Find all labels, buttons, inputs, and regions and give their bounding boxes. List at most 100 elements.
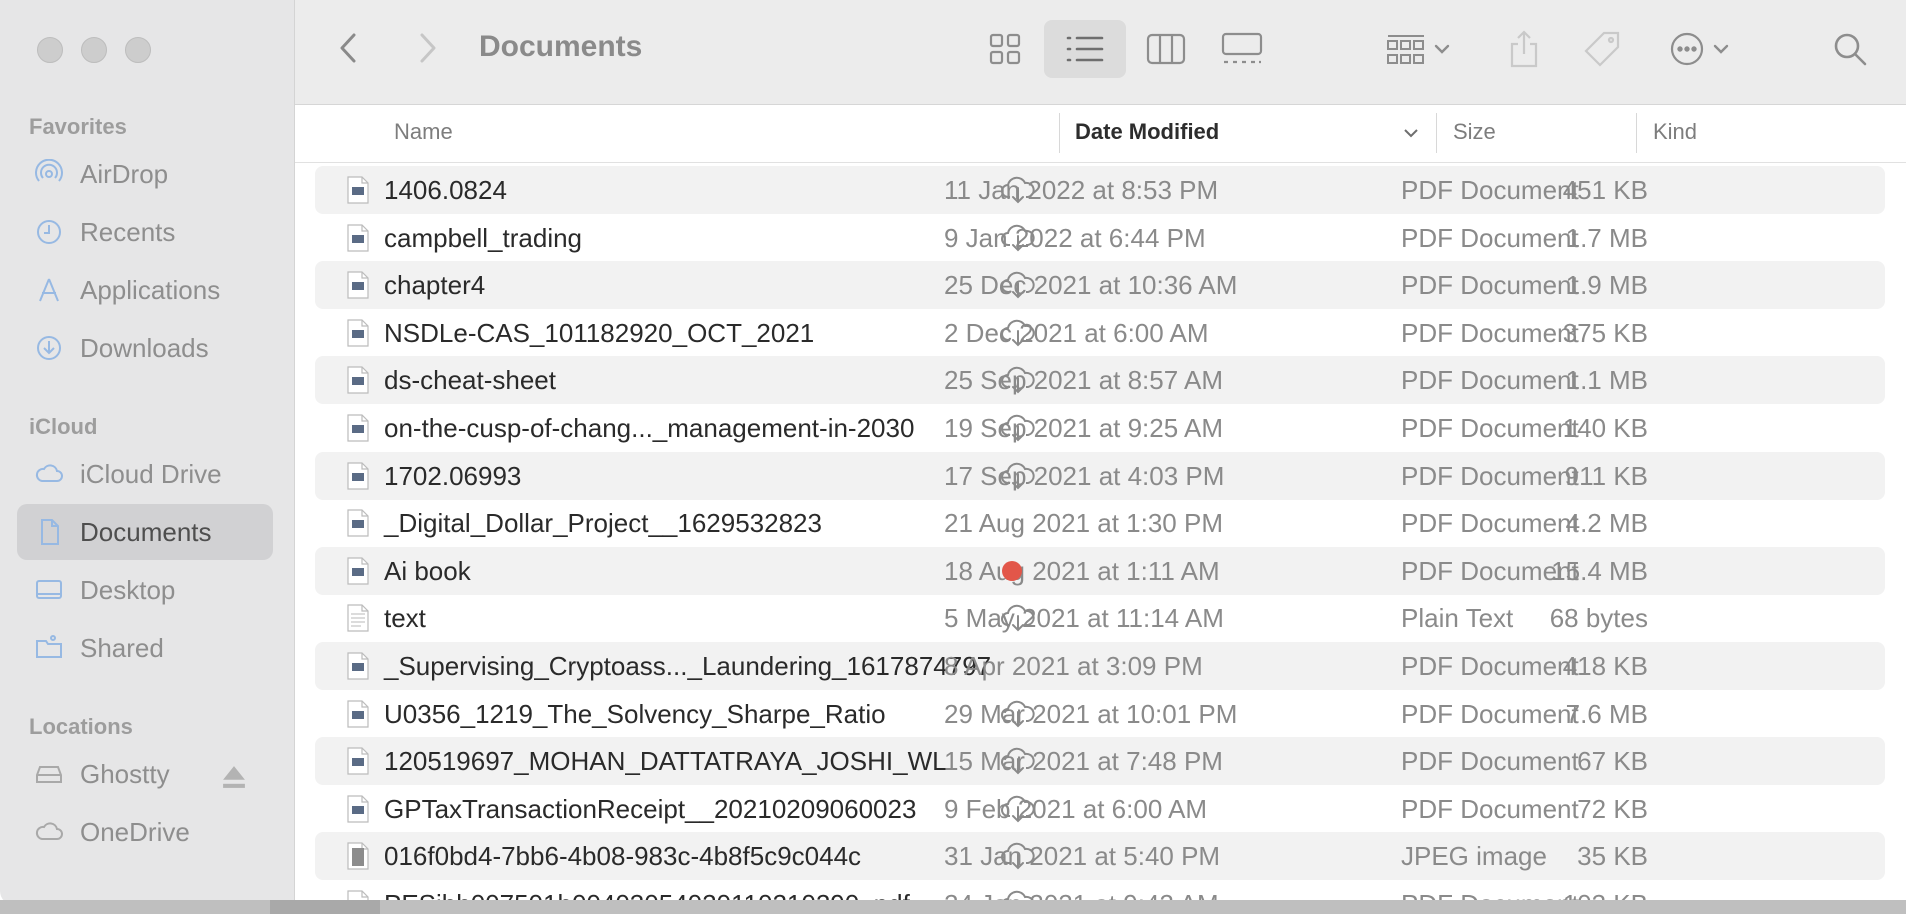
file-row[interactable]: 016f0bd4-7bb6-4b08-983c-4b8f5c9c044c 31 … [315, 832, 1885, 881]
file-date-modified: 9 Feb 2021 at 6:00 AM [944, 793, 1208, 824]
column-header-name[interactable]: Name [394, 119, 453, 145]
document-icon [34, 517, 64, 547]
file-date-modified: 19 Sep 2021 at 9:25 AM [944, 413, 1223, 443]
file-icon [347, 366, 369, 394]
cloud-download-icon[interactable] [1000, 223, 1036, 253]
share-icon [1510, 30, 1538, 68]
file-date-modified: 5 May 2021 at 11:14 AM [944, 603, 1224, 634]
column-divider[interactable] [1059, 113, 1060, 153]
file-name: Ai book [384, 555, 471, 586]
file-date-modified: 9 Jan 2022 at 6:44 PM [944, 222, 1206, 253]
close-window-button[interactable] [37, 37, 63, 63]
file-row[interactable]: 1406.0824 11 Jan 2022 at 8:53 PM 451 KB … [315, 166, 1885, 214]
file-icon [347, 652, 369, 680]
applications-icon [34, 275, 64, 305]
download-icon [34, 333, 64, 363]
file-icon [347, 271, 369, 299]
file-date-modified: 15 Mar 2021 at 7:48 PM [944, 746, 1223, 777]
sidebar-item-applications[interactable]: Applications [17, 262, 273, 318]
file-name: GPTaxTransactionReceipt__20210209060023 [384, 793, 917, 824]
file-row[interactable]: _Digital_Dollar_Project__1629532823 21 A… [315, 499, 1885, 547]
chevron-left-icon [340, 33, 356, 63]
file-row[interactable]: _Supervising_Cryptoass..._Laundering_161… [315, 642, 1885, 690]
file-icon [347, 223, 369, 252]
cloud-download-icon[interactable] [1000, 841, 1036, 871]
cloud-icon [34, 459, 64, 489]
gallery-view-button[interactable] [1211, 22, 1273, 76]
more-actions-button[interactable] [1659, 22, 1739, 76]
sidebar-item-desktop[interactable]: Desktop [17, 562, 273, 618]
back-button[interactable] [333, 28, 363, 68]
file-row[interactable]: ds-cheat-sheet 25 Sep 2021 at 8:57 AM 1.… [315, 356, 1885, 405]
sidebar-item-shared[interactable]: Shared [17, 620, 273, 676]
group-by-button[interactable] [1377, 22, 1459, 76]
file-row[interactable]: U0356_1219_The_Solvency_Sharpe_Ratio 29 … [315, 690, 1885, 738]
cloud-download-icon[interactable] [1000, 699, 1036, 729]
file-name: chapter4 [384, 270, 486, 301]
search-button[interactable] [1825, 22, 1875, 76]
file-row[interactable]: 1702.06993 17 Sep 2021 at 4:03 PM 911 KB… [315, 451, 1885, 500]
disk-icon [34, 759, 64, 789]
cloud-download-icon[interactable] [1000, 365, 1036, 395]
column-header-date-modified[interactable]: Date Modified [1075, 119, 1219, 145]
minimize-window-button[interactable] [81, 37, 107, 63]
file-row[interactable]: on-the-cusp-of-chang..._management-in-20… [315, 404, 1885, 452]
icon-view-button[interactable] [977, 22, 1033, 76]
red-tag-icon [1002, 560, 1022, 581]
file-kind: PDF Document [1401, 317, 1579, 348]
file-kind: PDF Document [1401, 270, 1579, 301]
column-header-size[interactable]: Size [1453, 119, 1496, 145]
search-icon [1834, 33, 1867, 66]
column-divider[interactable] [1436, 113, 1437, 153]
sidebar-item-downloads[interactable]: Downloads [17, 320, 273, 376]
cloud-download-icon[interactable] [1000, 461, 1036, 491]
column-divider[interactable] [1636, 113, 1637, 153]
file-icon [347, 319, 369, 347]
cloud-download-icon[interactable] [1000, 746, 1036, 776]
cloud-download-icon[interactable] [1000, 270, 1036, 300]
cloud-download-icon[interactable] [1000, 794, 1036, 824]
sidebar-item-airdrop[interactable]: AirDrop [17, 146, 273, 202]
sidebar-item-recents[interactable]: Recents [17, 204, 273, 260]
file-icon [347, 747, 369, 775]
finder-window: Favorites AirDrop Recents Applications D… [0, 0, 1906, 905]
file-size: 68 bytes [1549, 603, 1648, 634]
file-row[interactable]: chapter4 25 Dec 2021 at 10:36 AM 1.9 MB … [315, 261, 1885, 310]
sidebar-item-onedrive[interactable]: OneDrive [17, 804, 273, 860]
eject-icon[interactable] [219, 762, 249, 792]
file-kind: PDF Document [1401, 222, 1579, 253]
file-row[interactable]: text 5 May 2021 at 11:14 AM 68 bytes Pla… [315, 594, 1885, 642]
sidebar-item-label: iCloud Drive [80, 458, 222, 489]
column-view-button[interactable] [1138, 22, 1194, 76]
file-list: 1406.0824 11 Jan 2022 at 8:53 PM 451 KB … [295, 166, 1906, 905]
cloud-download-icon[interactable] [1000, 413, 1036, 443]
file-name: 016f0bd4-7bb6-4b08-983c-4b8f5c9c044c [384, 841, 862, 872]
file-row[interactable]: Ai book 18 Aug 2021 at 1:11 AM 15.4 MB P… [315, 546, 1885, 595]
tag-button[interactable] [1577, 22, 1627, 76]
cloud-download-icon[interactable] [1000, 603, 1036, 633]
clock-icon [34, 217, 64, 247]
list-view-button[interactable] [1044, 20, 1126, 78]
forward-button[interactable] [413, 28, 443, 68]
file-row[interactable]: GPTaxTransactionReceipt__20210209060023 … [315, 785, 1885, 833]
file-row[interactable]: NSDLe-CAS_101182920_OCT_2021 2 Dec 2021 … [315, 309, 1885, 357]
ellipsis-circle-icon [1670, 32, 1704, 66]
file-date-modified: 25 Dec 2021 at 10:36 AM [944, 270, 1238, 301]
sidebar-item-documents[interactable]: Documents [17, 504, 273, 560]
shared-folder-icon [34, 633, 64, 663]
zoom-window-button[interactable] [125, 37, 151, 63]
file-row[interactable]: campbell_trading 9 Jan 2022 at 6:44 PM 1… [315, 214, 1885, 262]
sidebar-item-icloud-drive[interactable]: iCloud Drive [17, 446, 273, 502]
cloud-download-icon[interactable] [1000, 318, 1036, 348]
sidebar-item-label: Shared [80, 632, 164, 663]
sidebar-item-label: OneDrive [80, 816, 190, 847]
file-name: _Digital_Dollar_Project__1629532823 [384, 508, 822, 539]
share-button[interactable] [1499, 22, 1549, 76]
file-row[interactable]: 120519697_MOHAN_DATTATRAYA_JOSHI_WL 15 M… [315, 737, 1885, 786]
group-icon [1387, 35, 1424, 64]
sort-descending-icon[interactable] [1403, 127, 1419, 139]
column-header-kind[interactable]: Kind [1653, 119, 1697, 145]
cloud-download-icon[interactable] [1000, 175, 1036, 205]
sidebar-item-ghostty[interactable]: Ghostty [17, 746, 273, 802]
file-kind: PDF Document [1401, 413, 1579, 443]
